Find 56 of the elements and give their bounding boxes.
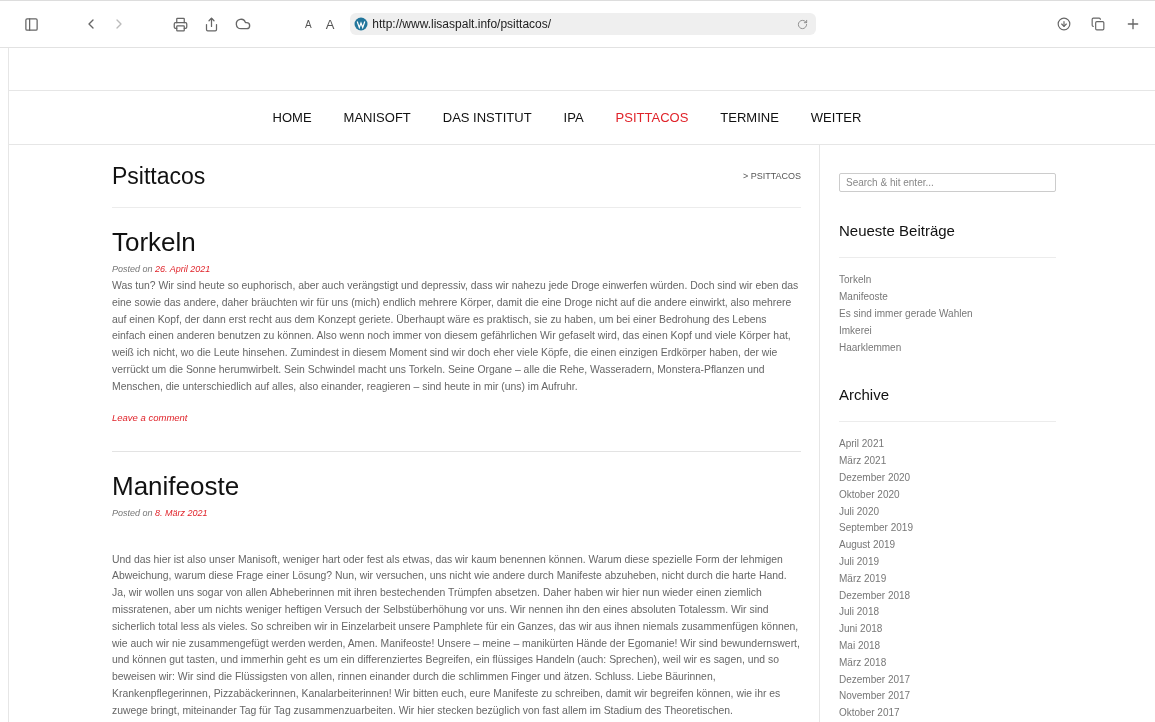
font-larger-button[interactable]: A bbox=[325, 16, 335, 32]
nav-link[interactable]: MANISOFT bbox=[343, 110, 411, 125]
printer-icon[interactable] bbox=[173, 16, 188, 32]
archive-link[interactable]: September 2019 bbox=[839, 520, 1056, 538]
archive-link[interactable]: März 2018 bbox=[839, 654, 1056, 672]
recent-post-link[interactable]: Manifeoste bbox=[839, 289, 1056, 307]
comment-link[interactable]: Leave a comment bbox=[112, 411, 188, 423]
archive-link[interactable]: Juli 2018 bbox=[839, 604, 1056, 622]
posted-on-label: Posted on bbox=[112, 507, 153, 518]
archive-link[interactable]: Juni 2018 bbox=[839, 621, 1056, 638]
recent-post-link[interactable]: Haarklemmen bbox=[839, 339, 1056, 357]
post-date-link[interactable]: 26. April 2021 bbox=[155, 264, 211, 274]
recent-post-link[interactable]: Imkerei bbox=[839, 322, 1056, 340]
nav-link[interactable]: WEITER bbox=[810, 110, 862, 125]
archive-link[interactable]: März 2019 bbox=[839, 570, 1056, 588]
post-text: Was tun? Wir sind heute so euphorisch, aber auch verängstigt und depressiv, dass wir nahezu jede Droge einwerfen würden. Doch sind wir eben das eine sowie das andere, daher bräuchten wir für uns (mich) endlich mehrere Körper, damit die eine Droge nicht auf die andere einwirkt, also mehrere auf einen Kopf, der dann erst recht aus dem Konzept geriete. Überhaupt wäre es praktisch, sie zu haben, um bei einer Bedrohung des Lebens einfach einen anderen benutzen zu können. Also wenn noch immer von diesem gefährlichen Wir gefaselt wird, das einen Kopf und viele Körper hat, weiß ich nicht, wo die Leute hinsehen. Zumindest in diesem Moment sind wir doch eher viele Köpfe, die einen einzigen Erdkörper haben, der wie verrückt um die Sonne herumwirbelt. Sein Schwindel macht uns Torkeln. Seine Organe – alle die Rehe, Wasseradern, Monstera-Pflanzen und Menschen, die unterschiedlich auf alles, also einander, reagieren – sind heute in mir (uns) im Aufruhr. bbox=[112, 279, 800, 394]
archive-link[interactable]: Dezember 2017 bbox=[839, 671, 1056, 689]
cloud-icon[interactable] bbox=[235, 16, 251, 32]
recent-post-link[interactable]: Torkeln bbox=[839, 272, 1056, 290]
archive-link[interactable]: August 2019 bbox=[839, 537, 1056, 555]
archive-link[interactable]: März 2021 bbox=[839, 453, 1056, 471]
share-icon[interactable] bbox=[204, 16, 219, 32]
archive-link[interactable]: Dezember 2020 bbox=[839, 470, 1056, 487]
reload-icon[interactable] bbox=[797, 18, 809, 30]
post-title[interactable]: Manifeoste bbox=[112, 469, 801, 502]
archive-link[interactable]: Juli 2019 bbox=[839, 554, 1056, 571]
download-icon[interactable] bbox=[1057, 17, 1071, 31]
widget-title: Neueste Beiträge bbox=[839, 222, 1056, 259]
sidebar-icon[interactable] bbox=[24, 16, 39, 32]
breadcrumb-link[interactable]: > PSITTACOS bbox=[742, 171, 801, 181]
archive-link[interactable]: April 2021 bbox=[839, 436, 1056, 454]
nav-link[interactable]: HOME bbox=[272, 110, 312, 125]
new-tab-icon[interactable] bbox=[1125, 16, 1141, 32]
post-text: Und das hier ist also unser Manisoft, weniger hart oder fest als etwas, das wir kaum benennen können. Warum diese spezielle Form der lehmigen Abweichung, warum diese Frage einer Lösung? Nun, wir versuchen, uns nicht wie andere durch Manifeste abzuheben, nicht durch die harte Hand. Ja, wir wollen uns sogar von allen Abheberinnen mit ihren bestechenden Trümpfen absetzen. Daher haben wir hier nun wieder einen ziemlich missratenen, aber um nichts weniger heftigen Versuch der Selbstüberhöhung vor uns. Wir nennen ihn den eines absoluten Totalessm. Wir sind sicherlich total less als vieles. So schreiben wir in Einzelarbeit unsere Pamphlete für ein Ganzes, das wir aus ihnen niemals zusammenfügen können, wie auch wir nie zusammengefügt werden werden, Amen. Manifeoste! Unsere – meine – manikürten Hände der Egomanie! Wir sind bewundernswert, und können gut tasten, und immerhin geht es um ein differenziertes Begreifen, ein flüssiges Handeln (auch: Sprechen), weil wir es sagen, und so beweisen wir: Wir sind die Flüssigsten von allen, rinnen einander durch die schlimmen Finger und ätzen. Schluss. Liebe Bäurinnen, Krankenpflegerinnen, Pizzabäckerinnen, Kanalarbeiterinnen! Wir bitten euch, eure Manifeste zu schreiben, damit wir begreifen können, wie ihr es zuwege bringt, miteinander Tag für Tag zusammenzuarbeiten. Wir hier stecken bezüglich von fast allem im Stadium des Theoretischen. bbox=[112, 552, 801, 718]
tabs-icon[interactable] bbox=[1091, 17, 1105, 31]
widget-title: Archive bbox=[839, 386, 1056, 423]
archive-link[interactable]: Juli 2020 bbox=[839, 503, 1056, 521]
archive-link[interactable]: Oktober 2020 bbox=[839, 486, 1056, 504]
nav-link[interactable]: IPA bbox=[563, 110, 584, 125]
archive-link[interactable]: Oktober 2017 bbox=[839, 705, 1056, 722]
address-bar[interactable]: http://www.lisaspalt.info/psittacos/ bbox=[350, 13, 817, 35]
archive-link[interactable]: November 2017 bbox=[839, 688, 1056, 706]
logo-icon bbox=[354, 17, 369, 31]
search-field[interactable]: Search & hit enter... bbox=[839, 173, 1056, 193]
nav-link[interactable]: DAS INSTITUT bbox=[442, 110, 532, 125]
page-title: Psittacos bbox=[112, 162, 206, 190]
archive-link[interactable]: Dezember 2018 bbox=[839, 587, 1056, 605]
posted-on-label: Posted on bbox=[112, 264, 153, 274]
post-title[interactable]: Torkeln bbox=[112, 226, 801, 258]
nav-link[interactable]: PSITTACOS bbox=[615, 110, 689, 125]
url-text: http://www.lisaspalt.info/psittacos/ bbox=[372, 17, 553, 31]
font-smaller-button[interactable]: A bbox=[305, 18, 312, 30]
archive-link[interactable]: Mai 2018 bbox=[839, 638, 1056, 655]
recent-post-link[interactable]: Es sind immer gerade Wahlen bbox=[839, 306, 1056, 323]
nav-link[interactable]: TERMINE bbox=[720, 110, 779, 125]
post-date-link[interactable]: 8. März 2021 bbox=[155, 507, 208, 518]
